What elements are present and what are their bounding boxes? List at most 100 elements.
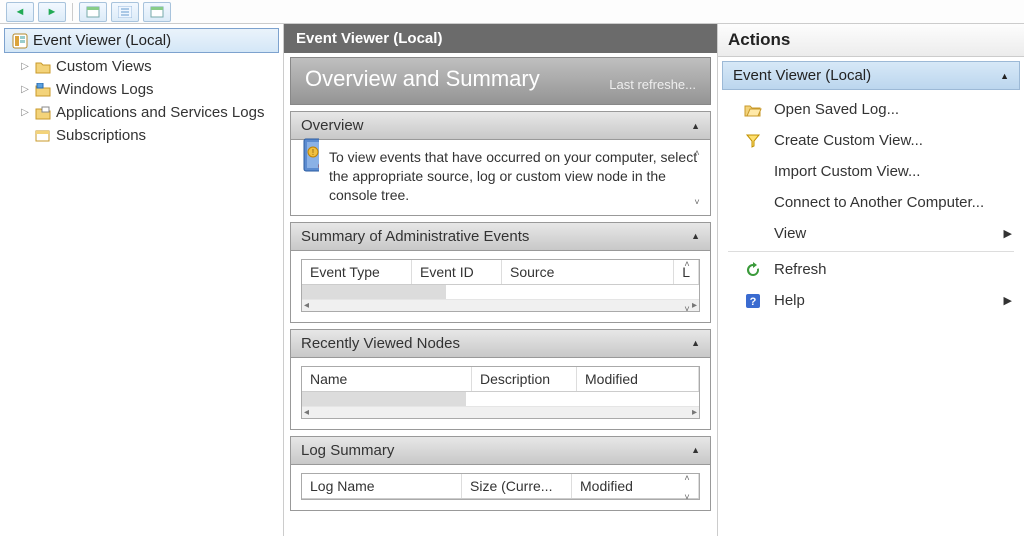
section-header-label: Overview	[301, 117, 364, 134]
center-title: Event Viewer (Local)	[284, 24, 717, 53]
admin-events-table: Event Type Event ID Source L ◂▸	[301, 259, 700, 312]
tree-item-subscriptions[interactable]: Subscriptions	[0, 124, 283, 147]
table-hscroll[interactable]: ◂▸	[302, 406, 699, 418]
col-source[interactable]: Source	[502, 260, 674, 284]
expander-icon[interactable]: ▷	[20, 84, 30, 95]
submenu-arrow-icon: ▶	[1004, 227, 1012, 240]
collapse-icon[interactable]: ▲	[1000, 71, 1009, 81]
actions-context-header[interactable]: Event Viewer (Local) ▲	[722, 61, 1020, 90]
center-pane: Event Viewer (Local) Overview and Summar…	[284, 24, 718, 536]
svg-text:?: ?	[750, 296, 757, 308]
section-log-header[interactable]: Log Summary ▲	[291, 437, 710, 465]
overview-header: Overview and Summary Last refreshe...	[290, 57, 711, 105]
last-refreshed: Last refreshe...	[609, 77, 696, 92]
action-view-submenu[interactable]: View ▶	[718, 218, 1024, 249]
action-label: Open Saved Log...	[774, 101, 899, 118]
col-event-id[interactable]: Event ID	[412, 260, 502, 284]
action-label: Refresh	[774, 261, 827, 278]
section-header-label: Recently Viewed Nodes	[301, 335, 460, 352]
section-admin-header[interactable]: Summary of Administrative Events ▲	[291, 223, 710, 251]
recent-nodes-table: Name Description Modified ◂▸	[301, 366, 700, 419]
actions-context-label: Event Viewer (Local)	[733, 67, 871, 84]
action-label: Help	[774, 292, 805, 309]
collapse-icon[interactable]: ▲	[691, 445, 700, 455]
toolbar-fwd-button[interactable]: ►	[38, 2, 66, 22]
section-header-label: Log Summary	[301, 442, 394, 459]
col-log-name[interactable]: Log Name	[302, 474, 462, 498]
log-summary-table: Log Name Size (Curre... Modified	[301, 473, 700, 500]
scroll-up-icon[interactable]: ˄	[684, 473, 689, 483]
book-icon: !✕	[301, 148, 319, 164]
svg-text:!: !	[312, 148, 314, 157]
tree-root-label: Event Viewer (Local)	[33, 32, 171, 49]
tree-item-custom-views[interactable]: ▷ Custom Views	[0, 55, 283, 78]
section-overview-header[interactable]: Overview ▲	[291, 112, 710, 140]
action-import-custom-view[interactable]: Import Custom View...	[718, 156, 1024, 187]
actions-divider	[728, 251, 1014, 252]
app-logs-icon	[34, 105, 52, 121]
section-recent-header[interactable]: Recently Viewed Nodes ▲	[291, 330, 710, 358]
action-label: View	[774, 225, 806, 242]
action-connect-computer[interactable]: Connect to Another Computer...	[718, 187, 1024, 218]
toolbar: ◄ ►	[0, 0, 1024, 24]
collapse-icon[interactable]: ▲	[691, 121, 700, 131]
scroll-up-icon[interactable]: ˄	[684, 259, 689, 269]
tree-root[interactable]: Event Viewer (Local)	[4, 28, 279, 53]
toolbar-btn-1[interactable]	[79, 2, 107, 22]
overview-scrollbar[interactable]: ˄˅	[690, 148, 704, 207]
col-name[interactable]: Name	[302, 367, 472, 391]
help-icon: ?	[744, 293, 762, 309]
windows-logs-icon	[34, 82, 52, 98]
actions-title: Actions	[718, 24, 1024, 57]
action-label: Create Custom View...	[774, 132, 923, 149]
col-event-type[interactable]: Event Type	[302, 260, 412, 284]
action-refresh[interactable]: Refresh	[718, 254, 1024, 285]
toolbar-separator	[72, 3, 73, 21]
expander-icon[interactable]: ▷	[20, 61, 30, 72]
scroll-down-icon[interactable]: ˅	[684, 492, 689, 502]
submenu-arrow-icon: ▶	[1004, 294, 1012, 307]
tree-item-label: Applications and Services Logs	[56, 104, 264, 121]
blank-icon	[744, 226, 762, 242]
section-overview: Overview ▲ !✕ To view events that have o…	[290, 111, 711, 216]
section-recent-nodes: Recently Viewed Nodes ▲ Name Description…	[290, 329, 711, 430]
section-admin-events: Summary of Administrative Events ▲ Event…	[290, 222, 711, 323]
refresh-icon	[744, 262, 762, 278]
collapse-icon[interactable]: ▲	[691, 338, 700, 348]
tree-item-label: Windows Logs	[56, 81, 154, 98]
blank-icon	[744, 164, 762, 180]
section-header-label: Summary of Administrative Events	[301, 228, 529, 245]
console-tree: Event Viewer (Local) ▷ Custom Views ▷ Wi…	[0, 24, 284, 536]
toolbar-btn-2[interactable]	[111, 2, 139, 22]
action-help[interactable]: ? Help ▶	[718, 285, 1024, 316]
tree-item-app-services-logs[interactable]: ▷ Applications and Services Logs	[0, 101, 283, 124]
section-log-summary: Log Summary ▲ Log Name Size (Curre... Mo…	[290, 436, 711, 511]
collapse-icon[interactable]: ▲	[691, 231, 700, 241]
action-open-saved-log[interactable]: Open Saved Log...	[718, 94, 1024, 125]
action-create-custom-view[interactable]: Create Custom View...	[718, 125, 1024, 156]
col-description[interactable]: Description	[472, 367, 577, 391]
actions-pane: Actions Event Viewer (Local) ▲ Open Save…	[718, 24, 1024, 536]
col-size[interactable]: Size (Curre...	[462, 474, 572, 498]
scroll-down-icon[interactable]: ˅	[684, 304, 689, 314]
expander-icon[interactable]: ▷	[20, 107, 30, 118]
overview-heading: Overview and Summary	[305, 66, 540, 92]
overview-text: To view events that have occurred on you…	[329, 148, 700, 205]
folder-open-icon	[744, 102, 762, 118]
tree-item-label: Custom Views	[56, 58, 152, 75]
admin-scrollbar[interactable]: ˄˅	[680, 259, 694, 314]
folder-views-icon	[34, 59, 52, 75]
col-modified[interactable]: Modified	[577, 367, 699, 391]
action-label: Import Custom View...	[774, 163, 920, 180]
funnel-icon	[744, 133, 762, 149]
tree-item-label: Subscriptions	[56, 127, 146, 144]
tree-item-windows-logs[interactable]: ▷ Windows Logs	[0, 78, 283, 101]
toolbar-back-button[interactable]: ◄	[6, 2, 34, 22]
table-hscroll[interactable]: ◂▸	[302, 299, 699, 311]
toolbar-btn-3[interactable]	[143, 2, 171, 22]
event-viewer-icon	[11, 33, 29, 49]
scroll-down-icon[interactable]: ˅	[694, 197, 699, 207]
subscriptions-icon	[34, 128, 52, 144]
scroll-up-icon[interactable]: ˄	[694, 148, 699, 158]
log-scrollbar[interactable]: ˄˅	[680, 473, 694, 502]
